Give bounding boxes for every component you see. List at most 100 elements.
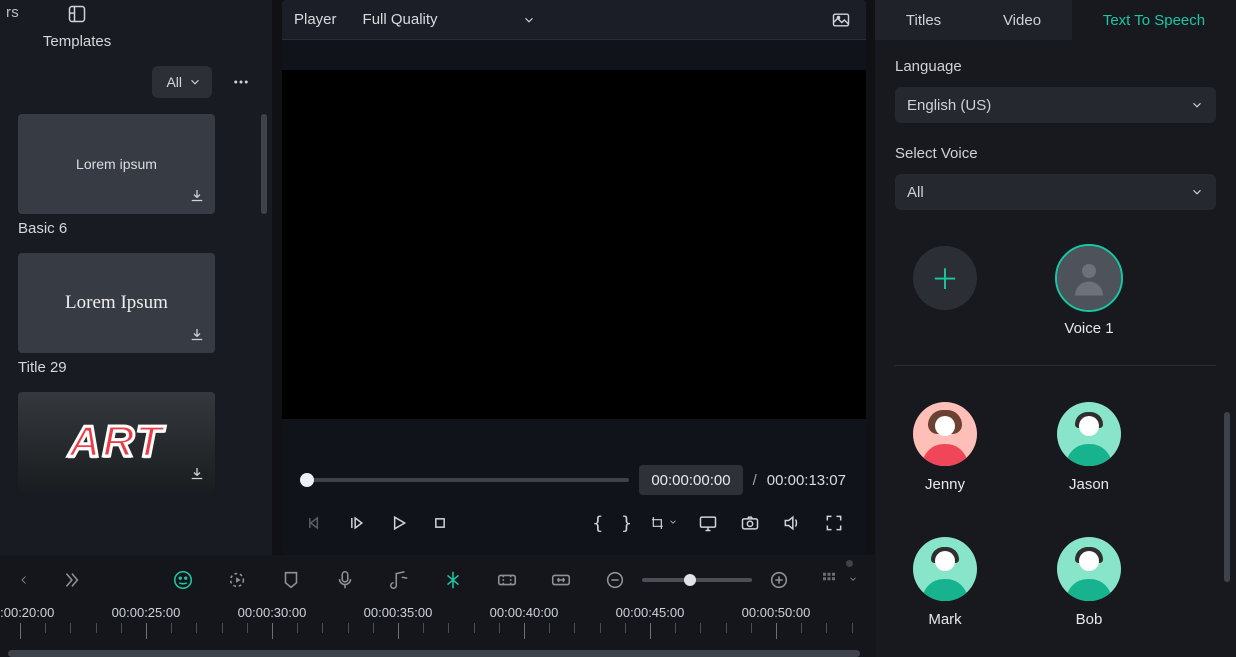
ruler-minor-tick (423, 623, 424, 633)
tab-titles[interactable]: Titles (875, 0, 972, 40)
ruler-minor-tick (625, 623, 626, 633)
voice-item[interactable]: Bob (1039, 537, 1139, 628)
ruler-major-tick (398, 623, 399, 639)
ruler-minor-tick (448, 623, 449, 633)
voice-name: Mark (928, 611, 961, 628)
download-button[interactable] (185, 462, 209, 486)
templates-icon (67, 4, 87, 29)
timeline-expand-button[interactable] (58, 567, 84, 593)
mic-icon (334, 569, 356, 591)
timeline-marker-button[interactable] (278, 567, 304, 593)
timeline-zoom (602, 567, 792, 593)
voice-avatar (1057, 537, 1121, 601)
ruler-label: 00:00:30:00 (238, 605, 307, 620)
assets-more-button[interactable] (224, 66, 258, 98)
chevron-down-icon (188, 75, 202, 89)
timeline-ruler[interactable]: 00:00:20:0000:00:25:0000:00:30:0000:00:3… (0, 605, 876, 623)
player-scrub-knob[interactable] (300, 473, 314, 487)
timeline-fit-button[interactable] (548, 567, 574, 593)
mark-out-button[interactable]: } (621, 513, 632, 534)
asset-card[interactable]: Lorem Ipsum (18, 253, 215, 353)
crop-dropdown[interactable] (650, 514, 678, 532)
more-horizontal-icon (232, 73, 250, 91)
language-label: Language (895, 58, 1216, 75)
player-scrub-track[interactable] (302, 478, 629, 482)
timeline-mic-button[interactable] (332, 567, 358, 593)
zoom-slider-knob[interactable] (684, 574, 696, 586)
timeline-cut-button[interactable] (440, 567, 466, 593)
add-voice-button[interactable]: ＋ (895, 246, 995, 337)
nav-item-prev-cut[interactable]: rs (6, 4, 19, 21)
ruler-minor-tick (322, 623, 323, 633)
plus-circle: ＋ (913, 246, 977, 310)
timeline-toolbar (0, 555, 876, 605)
monitor-icon (698, 513, 718, 533)
assets-list: Lorem ipsumBasic 6Lorem IpsumTitle 29ART (0, 104, 272, 555)
asset-preview-text: Lorem Ipsum (65, 292, 168, 314)
player-current-time: 00:00:00:00 (639, 465, 742, 495)
volume-button[interactable] (780, 511, 804, 535)
voice-filter-value: All (907, 184, 924, 201)
download-button[interactable] (185, 184, 209, 208)
fullscreen-button[interactable] (822, 511, 846, 535)
timeline-corner-scroll[interactable] (846, 560, 853, 567)
chevron-down-icon (1190, 185, 1204, 199)
zoom-slider[interactable] (642, 578, 752, 582)
ruler-major-tick (524, 623, 525, 639)
ruler-minor-tick (826, 623, 827, 633)
camera-button[interactable] (738, 511, 762, 535)
player-quality-value: Full Quality (363, 11, 438, 28)
ruler-minor-tick (297, 623, 298, 633)
display-button[interactable] (696, 511, 720, 535)
assets-panel-header: rs Templates (0, 0, 272, 60)
timeline-h-scrollbar[interactable] (0, 650, 868, 657)
asset-card[interactable]: Lorem ipsum (18, 114, 215, 214)
zoom-out-button[interactable] (602, 567, 628, 593)
ruler-minor-tick (574, 623, 575, 633)
assets-scrollbar[interactable] (261, 114, 267, 214)
stop-button[interactable] (428, 511, 452, 535)
stop-icon (430, 513, 450, 533)
assets-filter-row: All (0, 60, 272, 104)
play-button[interactable] (386, 511, 410, 535)
voice-item[interactable]: Jenny (895, 402, 995, 493)
player-controls: 00:00:00:00 / 00:00:13:07 { } (282, 449, 866, 555)
player-snapshot-button[interactable] (828, 7, 854, 33)
timeline-prev-button[interactable] (18, 567, 30, 593)
crop-icon (650, 515, 666, 531)
custom-voice-item[interactable]: Voice 1 (1039, 246, 1139, 337)
tab-video[interactable]: Video (972, 0, 1072, 40)
timeline-speed-button[interactable] (494, 567, 520, 593)
assets-filter-value: All (166, 74, 182, 90)
asset-preview-text: Lorem ipsum (76, 156, 157, 172)
prev-frame-button[interactable] (302, 511, 326, 535)
nav-item-templates[interactable]: Templates (43, 4, 111, 50)
mark-in-button[interactable]: { (592, 513, 603, 534)
plus-icon: ＋ (931, 258, 959, 298)
asset-card[interactable]: ART (18, 392, 215, 492)
fullscreen-icon (824, 513, 844, 533)
voice-item[interactable]: Mark (895, 537, 995, 628)
voice-filter-dropdown[interactable]: All (895, 174, 1216, 210)
ruler-minor-tick (96, 623, 97, 633)
voice-item[interactable]: Jason (1039, 402, 1139, 493)
play-forward-button[interactable] (344, 511, 368, 535)
ruler-minor-tick (675, 623, 676, 633)
assets-filter-dropdown[interactable]: All (152, 66, 212, 98)
download-button[interactable] (185, 323, 209, 347)
inspector-scrollbar[interactable] (1224, 412, 1230, 582)
select-voice-label: Select Voice (895, 145, 1216, 162)
custom-voice-grid: ＋ Voice 1 (895, 232, 1216, 337)
timeline-motion-button[interactable] (224, 567, 250, 593)
timeline-audio-detach-button[interactable] (386, 567, 412, 593)
face-icon (172, 569, 194, 591)
tab-text-to-speech[interactable]: Text To Speech (1072, 0, 1236, 40)
timeline-view-mode[interactable] (820, 569, 858, 592)
language-dropdown[interactable]: English (US) (895, 87, 1216, 123)
player-quality-dropdown[interactable]: Full Quality (355, 5, 544, 35)
timeline-ai-button[interactable] (170, 567, 196, 593)
zoom-in-button[interactable] (766, 567, 792, 593)
player-viewport[interactable] (282, 70, 866, 419)
inspector-panel: Titles Video Text To Speech Language Eng… (875, 0, 1236, 657)
ruler-label: 00:00:50:00 (742, 605, 811, 620)
